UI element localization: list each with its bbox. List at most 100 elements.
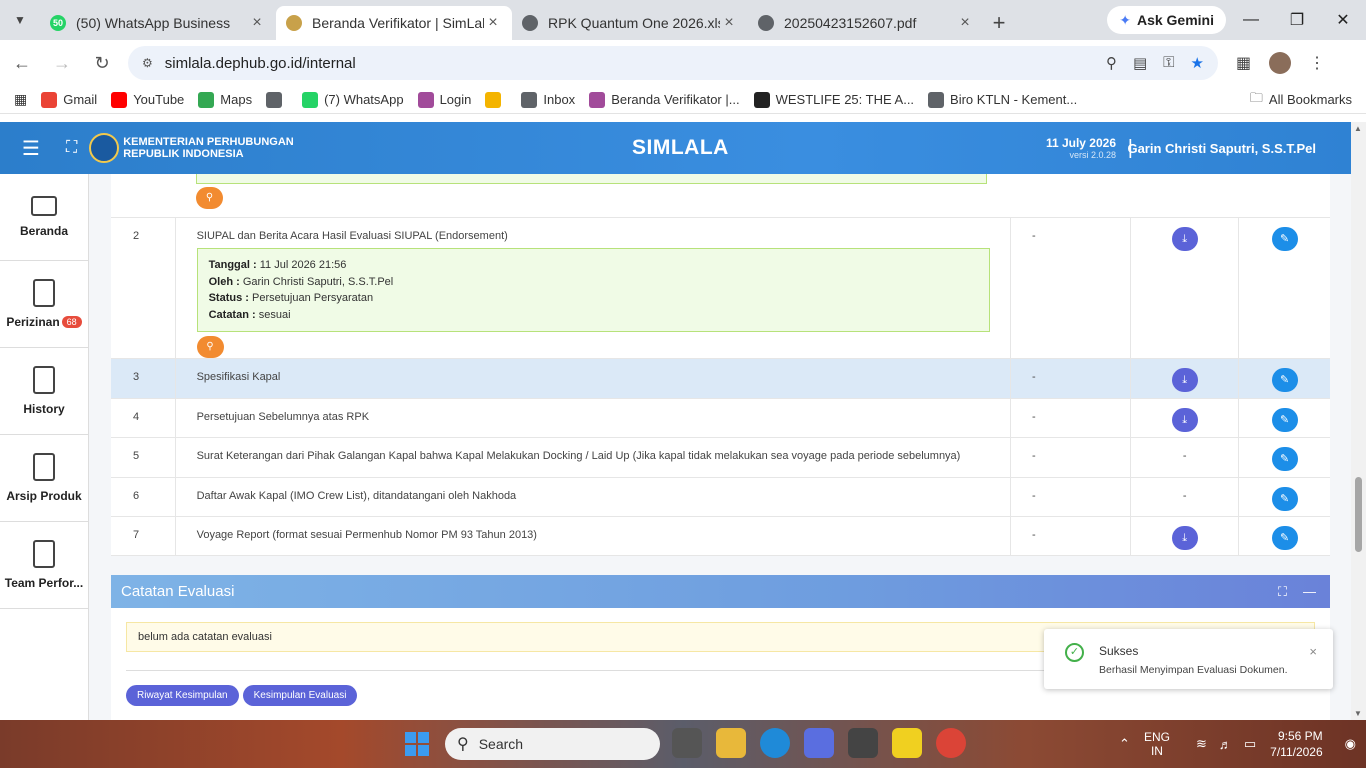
- forward-button[interactable]: →: [44, 45, 80, 81]
- wifi-icon[interactable]: ≋: [1196, 736, 1207, 752]
- tab-search-button[interactable]: ▼: [6, 6, 34, 34]
- scroll-up-arrow-icon[interactable]: ▲: [1354, 124, 1362, 133]
- kesimpulan-evaluasi-button[interactable]: Kesimpulan Evaluasi: [242, 685, 358, 706]
- zoom-note-button[interactable]: ⚲: [196, 336, 224, 358]
- user-name[interactable]: Garin Christi Saputri, S.S.T.Pel: [1127, 141, 1316, 156]
- sticky-notes-icon[interactable]: [892, 728, 922, 758]
- tab-title: (50) WhatsApp Business: [76, 15, 231, 31]
- chrome-menu-icon[interactable]: ⋮: [1309, 53, 1325, 73]
- edit-button[interactable]: ✎: [1271, 368, 1298, 392]
- download-button[interactable]: ⤓: [1171, 526, 1198, 550]
- back-button[interactable]: ←: [4, 45, 40, 81]
- kemenhub-logo: [89, 133, 120, 163]
- maximize-icon[interactable]: ⛶: [1278, 584, 1287, 600]
- clock[interactable]: 9:56 PM 7/11/2026: [1270, 728, 1323, 760]
- riwayat-kesimpulan-button[interactable]: Riwayat Kesimpulan: [126, 685, 239, 706]
- scroll-thumb[interactable]: [1355, 477, 1362, 552]
- scroll-down-arrow-icon[interactable]: ▼: [1354, 709, 1362, 718]
- copilot-icon[interactable]: [804, 728, 834, 758]
- row-number: 3: [111, 358, 176, 399]
- install-app-icon[interactable]: ▤: [1133, 54, 1147, 72]
- tab-close-icon[interactable]: ×: [956, 14, 974, 32]
- bookmark-item[interactable]: [266, 91, 288, 108]
- sidebar-item[interactable]: Perizinan 68: [0, 261, 88, 348]
- document-name: Surat Keterangan dari Pihak Galangan Kap…: [196, 450, 961, 462]
- browser-tab[interactable]: RPK Quantum One 2026.xls ×: [512, 6, 748, 40]
- restore-button[interactable]: ❐: [1274, 0, 1320, 40]
- download-button[interactable]: ⤓: [1171, 407, 1198, 432]
- tab-close-icon[interactable]: ×: [248, 14, 266, 32]
- language-indicator[interactable]: ENG IN: [1144, 730, 1170, 758]
- sidebar-item-label: Perizinan: [6, 315, 60, 329]
- reload-button[interactable]: ↻: [84, 45, 120, 81]
- page-scrollbar[interactable]: ▲ ▼: [1351, 122, 1366, 720]
- browser-tab[interactable]: 50 (50) WhatsApp Business ×: [40, 6, 276, 40]
- browser-tab[interactable]: 20250423152607.pdf ×: [748, 6, 984, 40]
- edge-icon[interactable]: [760, 728, 790, 758]
- bookmark-item[interactable]: Maps: [198, 91, 252, 108]
- bookmark-star-icon[interactable]: ★: [1191, 54, 1204, 72]
- sidebar-item[interactable]: Beranda: [0, 174, 88, 261]
- bookmark-item[interactable]: Beranda Verifikator |...: [589, 91, 740, 108]
- bookmark-favicon-icon: [111, 91, 128, 108]
- url-bar[interactable]: ⚙ simlala.dephub.go.id/internal ⚲ ▤ ⚿ ★: [128, 46, 1218, 80]
- bookmark-item[interactable]: (7) WhatsApp: [302, 91, 404, 108]
- edit-button[interactable]: ✎: [1271, 447, 1298, 471]
- zoom-note-button[interactable]: ⚲: [196, 187, 223, 209]
- bookmark-item[interactable]: WESTLIFE 25: THE A...: [753, 91, 914, 108]
- bookmark-item[interactable]: Login: [417, 91, 471, 108]
- bookmark-item[interactable]: [485, 91, 507, 108]
- show-hidden-icons[interactable]: ⌃: [1119, 736, 1130, 752]
- hamburger-menu-icon[interactable]: ☰: [22, 136, 46, 161]
- bookmark-item[interactable]: Gmail: [41, 91, 98, 108]
- zoom-icon[interactable]: ⚲: [1106, 54, 1117, 72]
- camera-icon[interactable]: [848, 728, 878, 758]
- bookmarks-bar: ▦ Gmail YouTube Maps (7) WhatsApp Login Inbox…: [0, 86, 1366, 114]
- new-tab-button[interactable]: +: [984, 6, 1014, 40]
- bookmark-label: Inbox: [543, 92, 576, 107]
- sidebar-item[interactable]: Team Perfor...: [0, 522, 88, 609]
- extensions-icon[interactable]: ▦: [1236, 53, 1251, 73]
- sidebar-item[interactable]: Arsip Produk: [0, 435, 88, 522]
- ask-gemini-button[interactable]: ✦ Ask Gemini: [1107, 6, 1226, 34]
- chrome-icon[interactable]: [936, 728, 966, 758]
- gemini-icon: ✦: [1119, 11, 1131, 28]
- apps-grid-icon[interactable]: ▦: [14, 91, 27, 108]
- close-window-button[interactable]: ✕: [1320, 0, 1366, 40]
- row-status-dash: -: [1010, 516, 1132, 556]
- start-button[interactable]: [405, 732, 429, 756]
- volume-icon[interactable]: ♬: [1219, 737, 1232, 752]
- edit-button[interactable]: ✎: [1271, 227, 1298, 251]
- tab-close-icon[interactable]: ×: [484, 14, 502, 32]
- sidebar-item[interactable]: History: [0, 348, 88, 435]
- task-view-icon[interactable]: [672, 728, 702, 758]
- edit-button[interactable]: ✎: [1271, 407, 1298, 432]
- tab-title: Beranda Verifikator | SimLala: [312, 15, 484, 31]
- toast-close-icon[interactable]: ×: [1309, 644, 1317, 659]
- password-key-icon[interactable]: ⚿: [1163, 54, 1174, 72]
- site-info-icon[interactable]: ⚙: [142, 56, 153, 70]
- edit-button[interactable]: ✎: [1271, 526, 1298, 550]
- count-badge: 68: [61, 316, 82, 328]
- all-bookmarks-button[interactable]: 🗀 All Bookmarks: [1250, 89, 1352, 111]
- collapse-icon[interactable]: —: [1303, 584, 1316, 600]
- edit-button[interactable]: ✎: [1271, 486, 1298, 511]
- bookmark-label: Gmail: [63, 92, 98, 107]
- battery-icon[interactable]: ▭: [1244, 736, 1256, 752]
- download-button[interactable]: ⤓: [1171, 368, 1198, 392]
- table-row: 4 Persetujuan Sebelumnya atas RPK - ⤓ ✎: [111, 398, 1330, 438]
- notification-bell-icon[interactable]: ◉: [1345, 736, 1356, 752]
- file-explorer-icon[interactable]: [716, 728, 746, 758]
- row-status-dash: -: [1010, 218, 1132, 359]
- bookmark-favicon-icon: [198, 91, 215, 108]
- browser-tab[interactable]: Beranda Verifikator | SimLala ×: [276, 6, 512, 40]
- fullscreen-icon[interactable]: ⛶: [66, 139, 77, 157]
- bookmark-item[interactable]: YouTube: [111, 91, 184, 108]
- profile-avatar[interactable]: [1269, 52, 1292, 74]
- tab-close-icon[interactable]: ×: [720, 14, 738, 32]
- taskbar-search[interactable]: ⚲ Search: [445, 728, 660, 760]
- bookmark-item[interactable]: Inbox: [521, 91, 576, 108]
- minimize-button[interactable]: —: [1228, 0, 1274, 40]
- bookmark-item[interactable]: Biro KTLN - Kement...: [928, 91, 1077, 108]
- download-button[interactable]: ⤓: [1171, 227, 1198, 251]
